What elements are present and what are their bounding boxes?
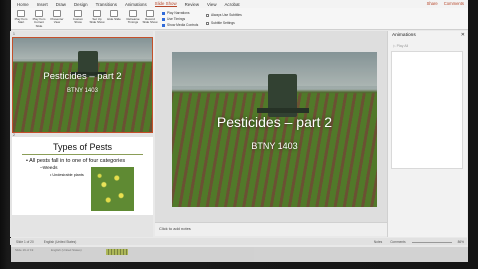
tab-home[interactable]: Home (17, 2, 29, 7)
tab-animations[interactable]: Animations (125, 2, 147, 7)
ribbon-tab-bar: Home Insert Draw Design Transitions Anim… (11, 0, 468, 8)
show-media-controls-checkbox[interactable]: Show Media Controls (162, 23, 198, 27)
background-thumbnail (106, 249, 128, 255)
zoom-level[interactable]: 86% (458, 240, 464, 244)
animations-pane: Animations ✕ ▷ Play All (387, 31, 467, 237)
record-icon (146, 10, 154, 17)
play-current-icon (35, 10, 43, 17)
zoom-slider[interactable] (412, 242, 452, 243)
tab-draw[interactable]: Draw (56, 2, 66, 7)
custom-show-icon (74, 10, 82, 17)
presenter-view-icon (53, 10, 61, 17)
farm-field-image (13, 38, 152, 132)
comments-button[interactable]: Comments (444, 1, 464, 6)
slide-counter: Slide 1 of 20 (16, 239, 34, 244)
rehearse-icon (129, 10, 137, 17)
thumbnail-subtitle: BTNY 1403 (67, 88, 98, 94)
tab-design[interactable]: Design (74, 2, 88, 7)
play-narrations-checkbox[interactable]: Play Narrations (162, 11, 190, 15)
notes-pane[interactable]: Click to add notes (155, 222, 387, 236)
tab-review[interactable]: Review (185, 2, 199, 7)
ribbon-toolbar: Play from Start Play from Current Slide … (11, 8, 468, 30)
animations-list[interactable] (391, 51, 463, 169)
sub-sub-bullet-text: • Undesirable plants (50, 173, 84, 177)
slide-title[interactable]: Pesticides – part 2 (172, 114, 377, 130)
background-window: Slide 19 of 19 English (United States) (11, 247, 468, 262)
tab-view[interactable]: View (207, 2, 216, 7)
comments-status-button[interactable]: Comments (390, 240, 405, 244)
checkbox-icon (206, 13, 209, 17)
tab-transitions[interactable]: Transitions (96, 2, 117, 7)
tab-slide-show[interactable]: Slide Show (154, 1, 177, 7)
subtitle-icon (206, 21, 209, 25)
rehearse-timings-button[interactable]: Rehearse Timings (125, 10, 141, 25)
play-start-icon (17, 10, 25, 17)
subtitle-settings-button[interactable]: Subtitle Settings (206, 21, 235, 25)
tab-acrobat[interactable]: Acrobat (224, 2, 239, 7)
record-slide-show-button[interactable]: Record Slide Show (142, 10, 158, 25)
weed-flower-image (91, 167, 134, 211)
tab-insert[interactable]: Insert (37, 2, 48, 7)
checkbox-icon (162, 17, 165, 21)
animations-pane-title: Animations (392, 33, 416, 38)
sub-bullet-text: –Weeds (40, 166, 58, 171)
always-use-subtitles-checkbox[interactable]: Always Use Subtitles (206, 13, 242, 17)
thumbnail-slide-1[interactable]: Pesticides – part 2 BTNY 1403 (12, 37, 153, 133)
divider (22, 154, 143, 155)
notes-placeholder: Click to add notes (159, 226, 191, 231)
background-language: English (United States) (51, 248, 82, 252)
hide-slide-icon (110, 10, 118, 17)
thumbnail-title: Pesticides – part 2 (43, 71, 122, 82)
notes-button[interactable]: Notes (374, 240, 382, 244)
slide-number-1: 1 (13, 32, 15, 36)
thumbnail-heading: Types of Pests (52, 142, 113, 152)
thumbnail-slide-2[interactable]: Types of Pests • All pests fall in to on… (12, 137, 153, 215)
play-all-button[interactable]: ▷ Play All (393, 44, 408, 48)
share-button[interactable]: Share (427, 1, 438, 6)
presenter-view-button[interactable]: Presenter View (49, 10, 65, 25)
checkbox-icon (162, 11, 165, 15)
close-icon[interactable]: ✕ (461, 32, 465, 38)
setup-icon (93, 10, 101, 17)
checkbox-icon (162, 23, 165, 27)
background-slide-counter: Slide 19 of 19 (15, 248, 34, 252)
play-from-current-button[interactable]: Play from Current Slide (31, 10, 47, 28)
use-timings-checkbox[interactable]: Use Timings (162, 17, 185, 21)
set-up-slide-show-button[interactable]: Set Up Slide Show (89, 10, 105, 25)
main-slide[interactable]: Pesticides – part 2 BTNY 1403 (172, 52, 377, 207)
bullet-text: • All pests fall in to one of four categ… (26, 158, 126, 164)
language-indicator[interactable]: English (United States) (44, 240, 77, 244)
play-from-start-button[interactable]: Play from Start (13, 10, 29, 25)
hide-slide-button[interactable]: Hide Slide (106, 10, 122, 21)
slide-subtitle[interactable]: BTNY 1403 (172, 141, 377, 151)
custom-show-button[interactable]: Custom Show (70, 10, 86, 25)
